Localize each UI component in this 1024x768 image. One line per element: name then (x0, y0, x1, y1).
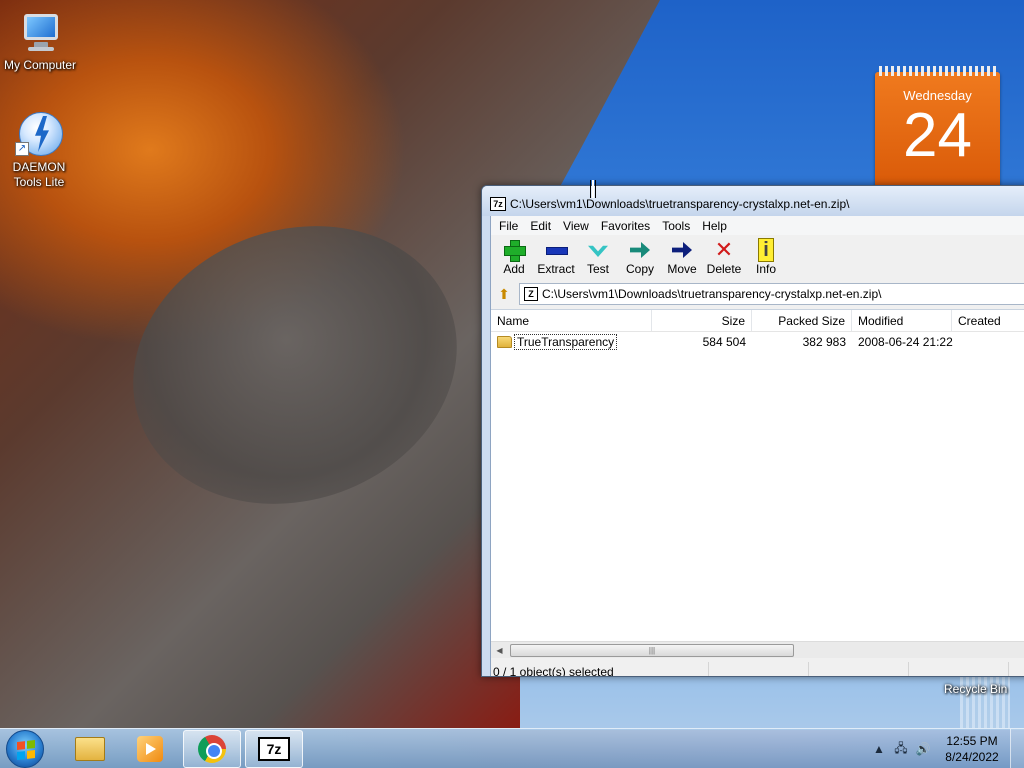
media-player-icon (137, 736, 163, 762)
desktop-icon-label: My Computer (3, 58, 77, 72)
cell-size: 584 504 (702, 335, 746, 349)
delete-button-label: Delete (706, 262, 742, 276)
file-list[interactable]: Name Size Packed Size Modified Created T… (491, 309, 1024, 658)
computer-icon (16, 8, 64, 56)
windows-logo-icon (17, 740, 35, 760)
7zip-app-icon: 7z (490, 197, 506, 211)
text-cursor (590, 180, 596, 198)
file-list-header: Name Size Packed Size Modified Created (491, 310, 1024, 332)
column-header-created[interactable]: Created (952, 310, 1024, 331)
taskbar: 7z ▲ 🖧 🔊 12:55 PM 8/24/2022 (0, 728, 1024, 768)
calendar-gadget[interactable]: Wednesday 24 (875, 66, 1000, 188)
cell-packed-size: 382 983 (802, 335, 846, 349)
info-button-label: Info (755, 262, 776, 276)
toolbar: Add Extract Test Copy Move ✕ Delete i In… (491, 235, 1024, 281)
move-button-label: Move (667, 262, 697, 276)
info-icon: i (754, 238, 778, 262)
start-button[interactable] (6, 730, 44, 768)
taskbar-7zip[interactable]: 7z (245, 730, 303, 768)
copy-icon (628, 239, 652, 261)
recycle-bin-icon[interactable] (960, 672, 1010, 728)
status-text: 0 / 1 object(s) selected (491, 662, 709, 676)
desktop-icon-my-computer[interactable]: My Computer (0, 8, 80, 73)
extract-icon (544, 239, 568, 261)
title-bar[interactable]: 7z C:\Users\vm1\Downloads\truetransparen… (482, 186, 1024, 216)
volume-icon[interactable]: 🔊 (912, 742, 934, 756)
calendar-rings (879, 66, 996, 76)
clock-date: 8/24/2022 (945, 750, 999, 764)
clock[interactable]: 12:55 PM 8/24/2022 (934, 733, 1010, 765)
taskbar-media-player[interactable] (121, 730, 179, 768)
chrome-icon (198, 735, 226, 763)
copy-button-label: Copy (625, 262, 654, 276)
move-icon (670, 239, 694, 261)
scroll-left-icon[interactable]: ◀ (491, 646, 508, 655)
menu-file[interactable]: File (493, 219, 524, 233)
7zip-icon: 7z (258, 737, 290, 761)
menu-help[interactable]: Help (696, 219, 733, 233)
menu-favorites[interactable]: Favorites (595, 219, 656, 233)
show-hidden-icons-icon[interactable]: ▲ (868, 742, 890, 756)
menu-view[interactable]: View (557, 219, 595, 233)
status-cell-2 (709, 662, 809, 676)
status-bar: 0 / 1 object(s) selected (491, 661, 1024, 676)
delete-icon: ✕ (714, 237, 734, 262)
table-row[interactable]: TrueTransparency 584 504 382 983 2008-06… (491, 332, 1024, 352)
status-cell-4 (909, 662, 1009, 676)
folder-explorer-icon (75, 737, 105, 761)
move-button[interactable]: Move (661, 239, 703, 281)
window-client-area: File Edit View Favorites Tools Help Add … (490, 216, 1024, 676)
address-path: C:\Users\vm1\Downloads\truetransparency-… (542, 287, 882, 301)
scrollbar-thumb[interactable]: ||| (510, 643, 794, 657)
taskbar-chrome[interactable] (183, 730, 241, 768)
cell-modified: 2008-06-24 21:22 (858, 335, 953, 349)
address-row: ⬆ Z C:\Users\vm1\Downloads\truetranspare… (491, 281, 1024, 307)
recycle-bin-label: Recycle Bin (944, 682, 1008, 696)
7zip-window[interactable]: 7z C:\Users\vm1\Downloads\truetransparen… (481, 185, 1024, 677)
info-button[interactable]: i Info (745, 238, 787, 281)
delete-button[interactable]: ✕ Delete (703, 239, 745, 281)
clock-time: 12:55 PM (946, 734, 998, 748)
test-button[interactable]: Test (577, 239, 619, 281)
window-title: C:\Users\vm1\Downloads\truetransparency-… (510, 197, 850, 211)
menu-edit[interactable]: Edit (524, 219, 557, 233)
folder-icon (497, 336, 512, 348)
add-button-label: Add (503, 262, 525, 276)
desktop-icon-label: DAEMON Tools Lite (12, 160, 66, 189)
folder-up-button[interactable]: ⬆ (493, 284, 515, 304)
daemon-tools-icon: ↗ (15, 110, 63, 158)
column-header-name[interactable]: Name (491, 310, 652, 331)
zip-archive-icon: Z (524, 287, 538, 301)
menu-tools[interactable]: Tools (656, 219, 696, 233)
add-icon (502, 239, 526, 262)
column-header-size[interactable]: Size (652, 310, 752, 331)
copy-button[interactable]: Copy (619, 239, 661, 281)
cell-name: TrueTransparency (491, 334, 652, 350)
test-button-label: Test (586, 262, 609, 276)
show-desktop-button[interactable] (1010, 729, 1024, 768)
column-header-modified[interactable]: Modified (852, 310, 952, 331)
extract-button-label: Extract (537, 262, 575, 276)
address-field[interactable]: Z C:\Users\vm1\Downloads\truetransparenc… (519, 283, 1024, 305)
system-tray: ▲ 🖧 🔊 12:55 PM 8/24/2022 (868, 729, 1024, 768)
extract-button[interactable]: Extract (535, 239, 577, 281)
calendar-day: 24 (903, 101, 972, 170)
network-icon[interactable]: 🖧 (890, 739, 912, 760)
folder-up-icon: ⬆ (498, 285, 510, 302)
file-name[interactable]: TrueTransparency (514, 334, 618, 350)
desktop-icon-daemon-tools[interactable]: ↗ DAEMON Tools Lite (0, 110, 79, 190)
menu-bar: File Edit View Favorites Tools Help (491, 216, 1024, 235)
status-cell-3 (809, 662, 909, 676)
add-button[interactable]: Add (493, 239, 535, 281)
taskbar-explorer[interactable] (61, 730, 119, 768)
test-icon (586, 239, 610, 261)
column-header-packed-size[interactable]: Packed Size (752, 310, 852, 331)
desktop-wallpaper-shadow (93, 181, 497, 549)
horizontal-scrollbar[interactable]: ◀ ||| (491, 641, 1024, 658)
